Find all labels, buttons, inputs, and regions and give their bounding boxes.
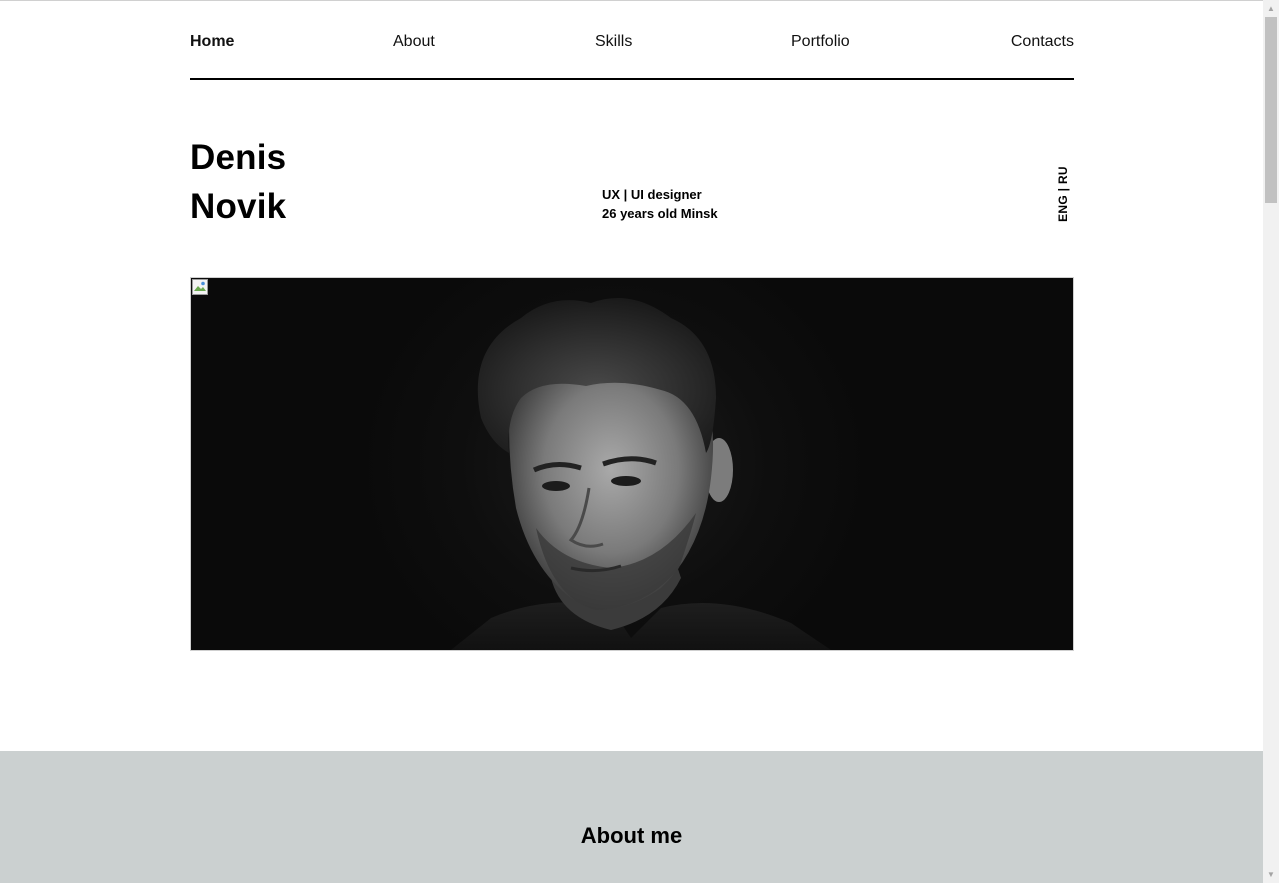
nav-item-about[interactable]: About xyxy=(393,32,435,52)
about-section: About me xyxy=(0,751,1263,883)
lang-eng-option[interactable]: ENG xyxy=(1056,195,1070,222)
scroll-up-arrow-icon[interactable]: ▲ xyxy=(1263,0,1279,17)
nav-item-contacts[interactable]: Contacts xyxy=(1011,32,1074,52)
nav-item-skills[interactable]: Skills xyxy=(595,32,632,52)
lang-separator: | xyxy=(1056,184,1070,195)
role-text: UX | UI designer xyxy=(602,187,702,202)
scrollbar-thumb[interactable] xyxy=(1265,17,1277,203)
portrait-image xyxy=(451,298,831,650)
nav-item-home[interactable]: Home xyxy=(190,32,234,52)
broken-image-icon xyxy=(192,279,208,295)
language-switcher-label: ENG | RU xyxy=(1056,166,1070,222)
hero-name: Denis Novik xyxy=(190,133,286,231)
language-switcher: ENG | RU xyxy=(1055,165,1071,223)
scroll-down-arrow-icon[interactable]: ▼ xyxy=(1263,866,1279,883)
lang-ru-option[interactable]: RU xyxy=(1056,166,1070,184)
about-title: About me xyxy=(580,823,683,848)
last-name: Novik xyxy=(190,187,287,226)
main-nav: Home About Skills Portfolio Contacts xyxy=(190,0,1074,80)
page: Home About Skills Portfolio Contacts Den… xyxy=(0,0,1263,883)
page-scrollbar[interactable]: ▲ ▼ xyxy=(1263,0,1279,883)
nav-item-portfolio[interactable]: Portfolio xyxy=(791,32,850,52)
hero-photo xyxy=(190,277,1074,651)
info-text: 26 years old Minsk xyxy=(602,206,718,221)
first-name: Denis xyxy=(190,138,287,177)
hero-subtitle: UX | UI designer 26 years old Minsk xyxy=(602,185,718,223)
